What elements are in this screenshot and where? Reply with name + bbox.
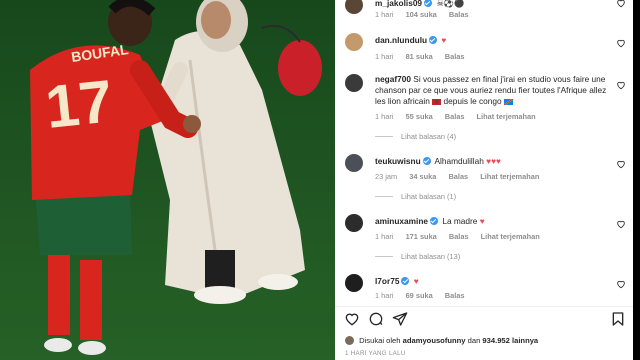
comment-time: 1 hari [375,52,394,61]
verified-badge-icon [424,0,433,7]
comment-text: teukuwisnu Alhamdulillah ♥♥♥ [375,156,615,167]
comment-likes[interactable]: 69 suka [406,291,433,300]
comment-likes[interactable]: 81 suka [406,52,433,61]
comment-body: La madre [442,216,478,226]
view-replies[interactable]: Lihat balasan (4) [375,132,456,141]
heart-icon[interactable] [616,80,626,90]
reply-button[interactable]: Balas [445,291,465,300]
comment-emoji: ♥ [479,216,485,226]
replies-divider [375,136,393,137]
reply-button[interactable]: Balas [445,52,465,61]
avatar[interactable] [345,0,363,14]
heart-icon[interactable] [616,0,626,8]
translate-button[interactable]: Lihat terjemahan [481,232,540,241]
comment-emoji: ♥ [413,276,419,286]
avatar[interactable] [345,154,363,172]
replies-divider [375,196,393,197]
congo-flag-icon [503,98,513,105]
comment-time: 23 jam [375,172,398,181]
comment-time: 1 hari [375,291,394,300]
reply-button[interactable]: Balas [445,112,465,121]
liker-avatar [345,336,354,345]
avatar[interactable] [345,33,363,51]
comment-emoji: ☠⚽⚫ [436,0,465,8]
comment-likes[interactable]: 34 suka [409,172,436,181]
heart-icon[interactable] [616,219,626,229]
verified-badge-icon [422,157,431,165]
translate-button[interactable]: Lihat terjemahan [477,112,536,121]
heart-icon[interactable] [344,311,360,327]
comment-text: dan.nlundulu ♥ [375,35,615,46]
comment-username[interactable]: m_jakolis09 [375,0,422,8]
view-replies[interactable]: Lihat balasan (13) [375,252,460,261]
post-action-bar: Disukai oleh adamyousofunny dan 934.952 … [335,306,633,360]
post-image: BOUFAL 17 [0,0,335,360]
bookmark-icon[interactable] [610,311,626,327]
liked-middle: dan [467,336,481,345]
comment-text: l7or75 ♥ [375,276,615,287]
avatar[interactable] [345,74,363,92]
post-photo[interactable]: BOUFAL 17 [0,0,335,360]
verified-badge-icon [401,277,410,285]
comment-body-end: depuis le congo [443,96,502,106]
comment-time: 1 hari [375,232,394,241]
share-icon[interactable] [392,311,408,327]
comment-time: 1 hari [375,10,394,19]
view-replies-label[interactable]: Lihat balasan (4) [401,132,456,141]
comment-meta: 1 hari 104 suka Balas [375,10,479,19]
avatar[interactable] [345,214,363,232]
reply-button[interactable]: Balas [449,10,469,19]
comment-icon[interactable] [368,311,384,327]
reply-button[interactable]: Balas [449,232,469,241]
comment-username[interactable]: dan.nlundulu [375,35,427,45]
heart-icon[interactable] [616,38,626,48]
comment-username[interactable]: negaf700 [375,74,411,84]
morocco-flag-icon [432,98,442,105]
comment-meta: 1 hari 171 suka Balas Lihat terjemahan [375,232,550,241]
view-replies-label[interactable]: Lihat balasan (13) [401,252,460,261]
verified-badge-icon [429,36,438,44]
avatar[interactable] [345,274,363,292]
view-replies-label[interactable]: Lihat balasan (1) [401,192,456,201]
liked-prefix: Disukai oleh [359,336,401,345]
jersey-number-text: 17 [42,67,115,141]
comment-text: negaf700 Si vous passez en final j'irai … [375,74,615,107]
comment-meta: 1 hari 69 suka Balas [375,291,474,300]
comment-meta: 1 hari 81 suka Balas [375,52,474,61]
view-replies[interactable]: Lihat balasan (1) [375,192,456,201]
heart-icon[interactable] [616,279,626,289]
comment-text: m_jakolis09 ☠⚽⚫ [375,0,615,9]
comment-username[interactable]: l7or75 [375,276,399,286]
verified-badge-icon [430,217,439,225]
liked-count[interactable]: 934.952 lainnya [482,336,538,345]
comments-panel[interactable]: m_jakolis09 ☠⚽⚫ 1 hari 104 suka Balas da… [335,0,633,360]
right-edge [633,0,640,360]
comment-username[interactable]: aminuxamine [375,216,428,226]
comment-emoji: ♥ [441,35,447,45]
heart-icon[interactable] [616,159,626,169]
comment-likes[interactable]: 55 suka [406,112,433,121]
comment-meta: 23 jam 34 suka Balas Lihat terjemahan [375,172,549,181]
liked-by[interactable]: Disukai oleh adamyousofunny dan 934.952 … [345,336,538,345]
comment-text: aminuxamine La madre ♥ [375,216,615,227]
comment-body: Alhamdulillah [434,156,484,166]
reply-button[interactable]: Balas [448,172,468,181]
replies-divider [375,256,393,257]
comment-emoji: ♥♥♥ [486,156,501,166]
liked-user[interactable]: adamyousofunny [403,336,466,345]
comment-time: 1 hari [375,112,394,121]
comment-username[interactable]: teukuwisnu [375,156,421,166]
comment-likes[interactable]: 104 suka [406,10,437,19]
comment-likes[interactable]: 171 suka [406,232,437,241]
post-timestamp: 1 HARI YANG LALU [345,350,406,357]
translate-button[interactable]: Lihat terjemahan [480,172,539,181]
comment-meta: 1 hari 55 suka Balas Lihat terjemahan [375,112,546,121]
